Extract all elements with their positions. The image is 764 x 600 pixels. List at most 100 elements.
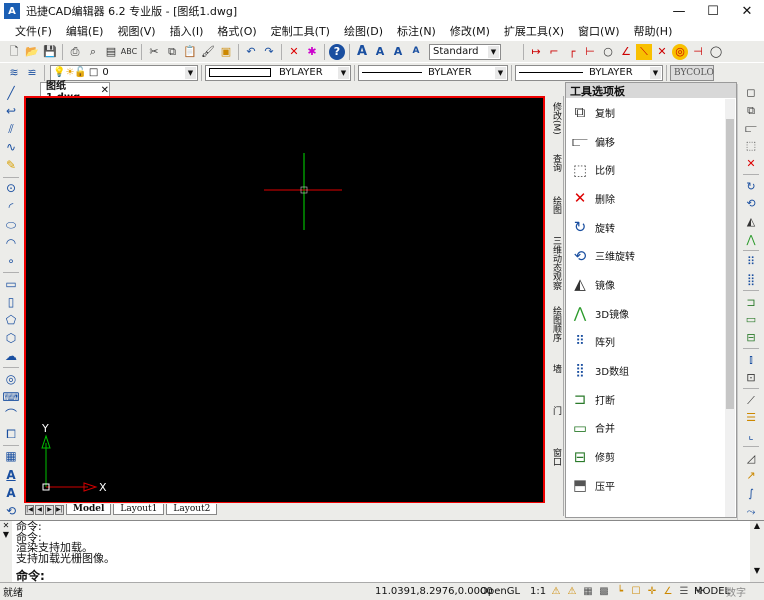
text-style-select[interactable]: Standard ▼ bbox=[429, 43, 501, 60]
palette-item-rotate[interactable]: ↻ 旋转 bbox=[566, 213, 736, 242]
palette-item-flatten[interactable]: ⬒ 压平 bbox=[566, 471, 736, 500]
edit-spline-icon[interactable]: ∫ bbox=[742, 486, 760, 502]
tab-layout1[interactable]: Layout1 bbox=[113, 504, 165, 515]
palette-tab-inquiry[interactable]: 查询 bbox=[550, 154, 563, 172]
mirror-icon[interactable]: ◭ bbox=[742, 214, 760, 230]
multiline-text-icon[interactable]: A bbox=[2, 486, 20, 500]
rotate-icon[interactable]: ↻ bbox=[742, 178, 760, 194]
palette-item-mirror[interactable]: ◭ 镜像 bbox=[566, 270, 736, 299]
auto-scale-icon[interactable]: ⚠ bbox=[565, 585, 579, 599]
text-style-icon[interactable]: A bbox=[372, 44, 388, 60]
erase-icon[interactable]: ◻ bbox=[742, 85, 760, 101]
snap-intersection-icon[interactable]: ✕ bbox=[654, 44, 670, 60]
spline-icon[interactable]: ⌒ bbox=[2, 408, 20, 422]
text-icon[interactable]: A bbox=[2, 468, 20, 482]
block-editor-icon[interactable]: ▣ bbox=[218, 44, 234, 60]
multiline-icon[interactable]: ⫽ bbox=[2, 122, 20, 136]
palette-tab-wall[interactable]: 墙 bbox=[550, 364, 563, 373]
layer-manager-icon[interactable]: ≋ bbox=[6, 65, 22, 81]
xline-icon[interactable]: ↩ bbox=[2, 104, 20, 118]
palette-tab-window[interactable]: 窗口 bbox=[550, 448, 563, 466]
ellipse-icon[interactable]: ⬭ bbox=[2, 218, 20, 232]
open-file-icon[interactable]: 📂 bbox=[24, 44, 40, 60]
text-edit-icon[interactable]: A bbox=[408, 44, 424, 60]
print-icon[interactable]: ⎙ bbox=[67, 44, 83, 60]
snap-tangent-icon[interactable]: ◯ bbox=[708, 44, 724, 60]
palette-item-copy[interactable]: ⧉ 复制 bbox=[566, 98, 736, 127]
edit-polyline-icon[interactable]: ↗ bbox=[742, 468, 760, 484]
palette-tab-draw-order[interactable]: 绘图顺序 bbox=[550, 306, 563, 342]
copy-icon[interactable]: ⧉ bbox=[164, 44, 180, 60]
palette-item-array[interactable]: ⠿ 阵列 bbox=[566, 328, 736, 357]
rotate3d-icon[interactable]: ⟲ bbox=[742, 196, 760, 212]
menu-edit[interactable]: 编辑(E) bbox=[59, 23, 111, 39]
palette-scrollbar[interactable] bbox=[725, 99, 735, 517]
command-window-handle[interactable]: ✕ ▼ bbox=[0, 521, 12, 583]
menu-window[interactable]: 窗口(W) bbox=[571, 23, 626, 39]
circle-icon[interactable]: ⊙ bbox=[2, 181, 20, 195]
palette-item-offset[interactable]: ⫍ 偏移 bbox=[566, 127, 736, 156]
menu-format[interactable]: 格式(O) bbox=[210, 23, 263, 39]
join-icon[interactable]: ▭ bbox=[742, 312, 760, 328]
purge-icon[interactable]: ✱ bbox=[304, 44, 320, 60]
palette-item-array3d[interactable]: ⣿ 3D数组 bbox=[566, 356, 736, 385]
tab-model[interactable]: Model bbox=[66, 504, 112, 515]
linear-dimension-icon[interactable]: ↦ bbox=[528, 44, 544, 60]
align-icon[interactable]: ⤳ bbox=[742, 503, 760, 519]
close-button[interactable]: ✕ bbox=[730, 0, 764, 22]
paste-icon[interactable]: 📋 bbox=[182, 44, 198, 60]
menu-dimension[interactable]: 标注(N) bbox=[390, 23, 443, 39]
lineweight-select[interactable]: BYLAYER ▼ bbox=[515, 64, 663, 81]
osnap-icon[interactable]: ✛ bbox=[645, 585, 659, 599]
radius-dimension-icon[interactable]: ⊢ bbox=[582, 44, 598, 60]
stretch-icon[interactable]: ⊡ bbox=[742, 370, 760, 386]
tab-layout2[interactable]: Layout2 bbox=[166, 504, 218, 515]
extend-icon[interactable]: ⫾ bbox=[742, 352, 760, 368]
menu-tools[interactable]: 定制工具(T) bbox=[264, 23, 337, 39]
palette-item-join[interactable]: ▭ 合并 bbox=[566, 414, 736, 443]
mirror3d-icon[interactable]: ⋀ bbox=[742, 231, 760, 247]
undo-icon[interactable]: ↶ bbox=[243, 44, 259, 60]
sketch-icon[interactable]: ✎ bbox=[2, 158, 20, 172]
arc-icon[interactable]: ◜ bbox=[2, 199, 20, 213]
cloud-icon[interactable]: ☁ bbox=[2, 349, 20, 363]
delete-icon[interactable]: ✕ bbox=[286, 44, 302, 60]
array-icon[interactable]: ⠿ bbox=[742, 254, 760, 270]
snap-endpoint-icon[interactable]: ⊣ bbox=[690, 44, 706, 60]
drawing-canvas[interactable]: Y X bbox=[24, 96, 545, 504]
copy-icon[interactable]: ⧉ bbox=[742, 103, 760, 119]
scale-icon[interactable]: ⬚ bbox=[742, 138, 760, 154]
point-icon[interactable]: ∘ bbox=[2, 254, 20, 268]
polygon-icon[interactable]: ⬠ bbox=[2, 313, 20, 327]
minimize-button[interactable]: — bbox=[662, 0, 696, 22]
model-space-toggle[interactable]: MODEL bbox=[694, 586, 730, 597]
last-tab-button[interactable]: ▶| bbox=[55, 504, 64, 515]
wipeout-icon[interactable]: ⌨ bbox=[2, 390, 20, 404]
polyline-icon[interactable]: ∿ bbox=[2, 140, 20, 154]
angular-dimension-icon[interactable]: ∠ bbox=[618, 44, 634, 60]
menu-insert[interactable]: 插入(I) bbox=[163, 23, 211, 39]
offset-icon[interactable]: ⫍ bbox=[742, 120, 760, 136]
delete-icon[interactable]: ✕ bbox=[742, 156, 760, 172]
spell-check-icon[interactable]: ABC bbox=[121, 44, 137, 60]
redo-icon[interactable]: ↷ bbox=[261, 44, 277, 60]
menu-extend[interactable]: 扩展工具(X) bbox=[497, 23, 571, 39]
print-preview-icon[interactable]: ⌕ bbox=[85, 44, 101, 60]
publish-icon[interactable]: ▤ bbox=[103, 44, 119, 60]
lineweight-icon[interactable]: ☰ bbox=[677, 585, 691, 599]
menu-modify[interactable]: 修改(M) bbox=[443, 23, 497, 39]
grid-icon[interactable]: ▩ bbox=[597, 585, 611, 599]
menu-draw[interactable]: 绘图(D) bbox=[337, 23, 390, 39]
trim-icon[interactable]: ⊟ bbox=[742, 329, 760, 345]
snap-icon[interactable]: ▦ bbox=[581, 585, 595, 599]
previous-tab-button[interactable]: ◀ bbox=[35, 504, 44, 515]
match-properties-icon[interactable]: 🖌 bbox=[200, 44, 216, 60]
region-icon[interactable]: ⬡ bbox=[2, 331, 20, 345]
chevron-down-icon[interactable]: ▼ bbox=[0, 530, 12, 539]
palette-item-delete[interactable]: ✕ 删除 bbox=[566, 184, 736, 213]
polar-icon[interactable]: ☐ bbox=[629, 585, 643, 599]
scroll-down-icon[interactable]: ▼ bbox=[750, 566, 764, 575]
palette-tab-3d-orbit[interactable]: 三维动态观察 bbox=[550, 236, 563, 290]
coordinate-display[interactable]: 11.0391,8.2976,0.0000 bbox=[375, 586, 493, 597]
ordinate-dimension-icon[interactable]: ┌ bbox=[564, 44, 580, 60]
